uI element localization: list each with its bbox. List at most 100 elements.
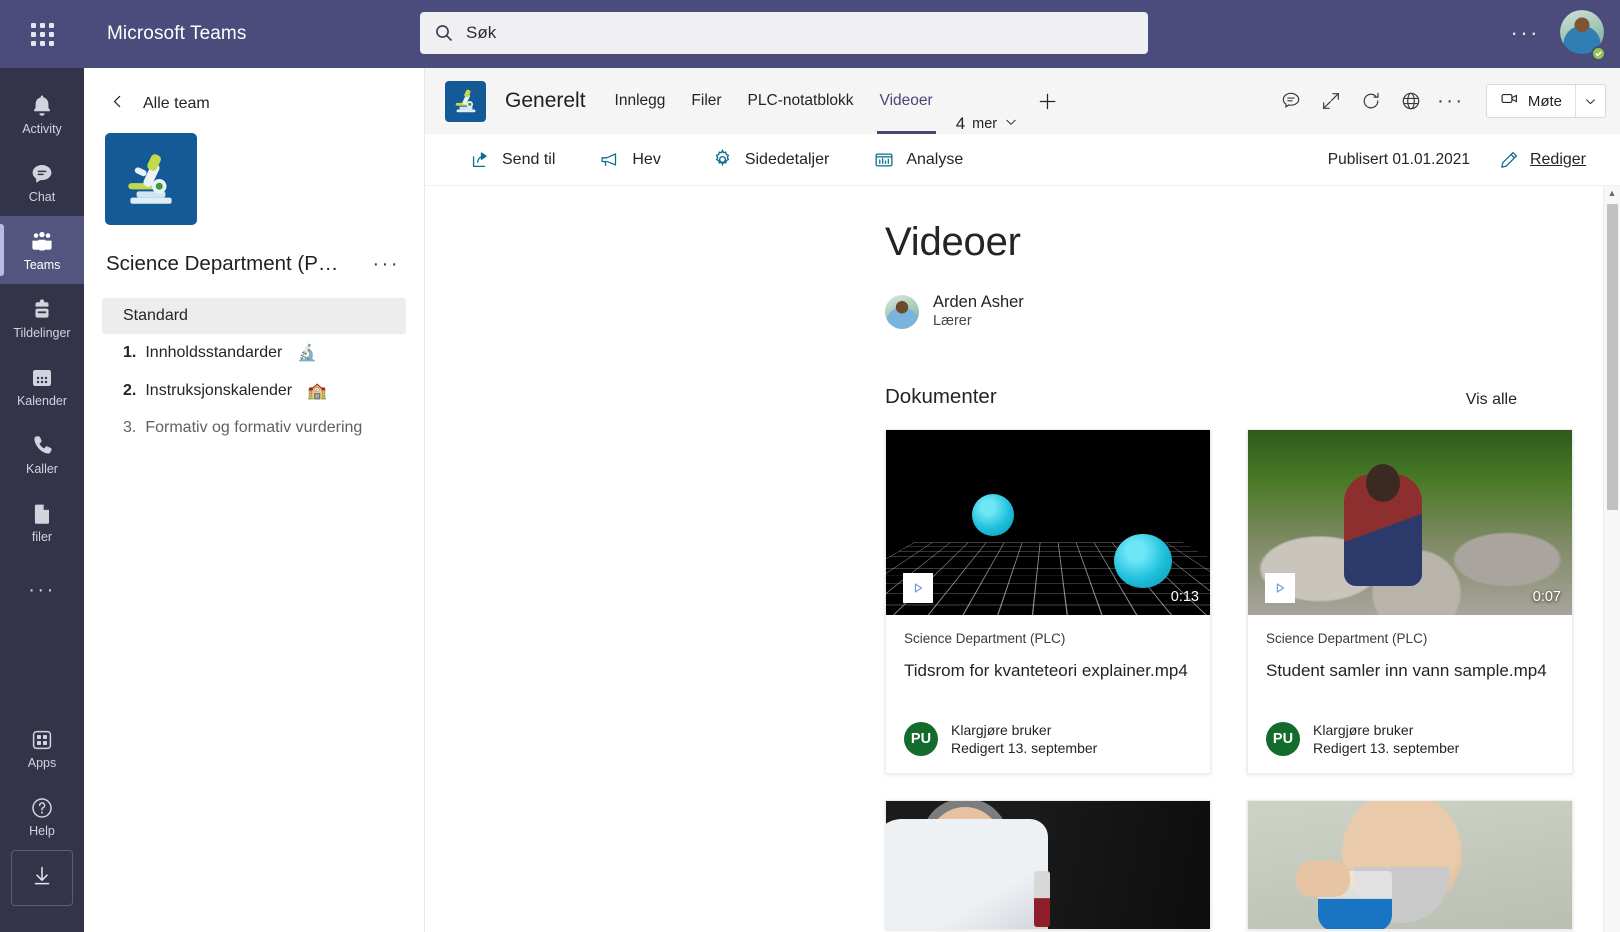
app-launcher-button[interactable] <box>0 0 84 68</box>
meet-dropdown-button[interactable] <box>1575 85 1605 117</box>
author-role: Lærer <box>933 313 972 329</box>
video-duration: 0:13 <box>1170 589 1199 605</box>
video-thumbnail[interactable]: 0:07 <box>1248 430 1572 615</box>
calendar-icon <box>29 365 55 391</box>
tab-label: PLC-notatblokk <box>747 92 854 109</box>
sidebar-item-teams[interactable]: Teams <box>0 216 84 284</box>
search-bar[interactable] <box>420 12 1148 54</box>
app-rail: Activity Chat Teams Tildelinger Kalender… <box>0 68 84 932</box>
section-title: Dokumenter <box>885 385 997 408</box>
promote-button[interactable]: Hev <box>599 149 661 171</box>
add-tab-button[interactable] <box>1028 68 1066 134</box>
download-app-button[interactable] <box>11 850 73 906</box>
sidebar-item-kalender[interactable]: Kalender <box>0 352 84 420</box>
thumbnail-art-spacetime <box>886 430 1210 615</box>
gear-icon <box>711 148 734 171</box>
channel-label: Innholdsstandarder <box>145 344 283 361</box>
channel-label: Instruksjonskalender <box>145 382 293 399</box>
promote-icon <box>599 149 621 171</box>
send-to-button[interactable]: Send til <box>469 149 555 171</box>
file-icon <box>29 501 55 527</box>
tab-videoer[interactable]: Videoer <box>867 68 946 134</box>
editor-avatar: PU <box>904 722 938 756</box>
phone-icon <box>29 433 55 459</box>
microscope-emoji-icon: 🔬 <box>297 345 318 362</box>
published-date: Publisert 01.01.2021 <box>1327 150 1470 168</box>
tab-label: Videoer <box>879 92 933 109</box>
document-cards-row-2 <box>885 800 1603 930</box>
channel-more-button[interactable]: ··· <box>1431 91 1471 111</box>
document-cards: 0:13 Science Department (PLC) Tidsrom fo… <box>885 429 1603 774</box>
team-name-row: Science Department (P… ··· <box>84 225 424 276</box>
tab-label: Filer <box>691 92 722 109</box>
card-body: Science Department (PLC) Tidsrom for kva… <box>886 615 1210 773</box>
globe-icon[interactable] <box>1391 81 1431 121</box>
chat-icon <box>29 161 55 187</box>
command-bar-right: Publisert 01.01.2021 Rediger <box>1328 149 1586 171</box>
microscope-icon <box>455 89 475 113</box>
send-to-icon <box>469 149 491 171</box>
editor-name: Klargjøre bruker <box>1313 722 1414 738</box>
send-to-label: Send til <box>502 150 556 168</box>
edit-label: Rediger <box>1529 150 1586 168</box>
channel-item-innholdsstandarder[interactable]: 1. Innholdsstandarder 🔬 <box>84 334 424 372</box>
sidebar-item-label: Help <box>29 823 55 838</box>
video-thumbnail[interactable] <box>886 801 1210 929</box>
conversation-icon[interactable] <box>1271 81 1311 121</box>
edit-button[interactable]: Rediger <box>1498 149 1586 171</box>
play-icon[interactable] <box>903 573 933 603</box>
document-card[interactable]: 0:13 Science Department (PLC) Tidsrom fo… <box>885 429 1211 774</box>
top-more-button[interactable]: ··· <box>1511 22 1540 44</box>
sidebar-item-help[interactable]: Help <box>0 782 84 850</box>
channel-group-standard[interactable]: Standard <box>102 298 406 334</box>
play-icon[interactable] <box>1265 573 1295 603</box>
author-avatar[interactable] <box>885 294 919 329</box>
analytics-label: Analyse <box>906 150 964 168</box>
sidebar-item-tildelinger[interactable]: Tildelinger <box>0 284 84 352</box>
see-all-link[interactable]: Vis alle <box>1466 391 1517 409</box>
video-thumbnail[interactable] <box>1248 801 1572 929</box>
expand-icon[interactable] <box>1311 81 1351 121</box>
channel-item-instruksjonskalender[interactable]: 2. Instruksjonskalender 🏫 <box>84 372 424 410</box>
sidebar-item-chat[interactable]: Chat <box>0 148 84 216</box>
tab-plc-notatblokk[interactable]: PLC-notatblokk <box>735 68 867 134</box>
all-teams-back-button[interactable]: Alle team <box>84 68 424 114</box>
document-card[interactable] <box>885 800 1211 930</box>
sidebar-item-activity[interactable]: Activity <box>0 80 84 148</box>
team-avatar[interactable] <box>105 133 197 225</box>
analytics-icon <box>873 149 895 171</box>
channel-item-formativ-vurdering[interactable]: 3. Formativ og formativ vurdering <box>84 410 424 446</box>
sidebar-item-filer[interactable]: filer <box>0 488 84 556</box>
chevron-left-icon <box>110 94 125 114</box>
sidebar-item-label: Teams <box>23 257 61 272</box>
video-thumbnail[interactable]: 0:13 <box>886 430 1210 615</box>
tab-more-count: 4 <box>955 114 966 133</box>
vertical-scrollbar[interactable]: ▲ <box>1603 186 1620 932</box>
tab-innlegg[interactable]: Innlegg <box>602 68 679 134</box>
tab-label: Innlegg <box>614 92 666 109</box>
meet-button-group: Møte <box>1485 84 1606 118</box>
document-card[interactable] <box>1247 800 1573 930</box>
rail-more-button[interactable]: ··· <box>28 556 55 624</box>
command-bar: Send til Hev Sidedetaljer Analyse Publis… <box>425 134 1620 186</box>
analytics-button[interactable]: Analyse <box>873 149 963 171</box>
author-row: Arden Asher Lærer <box>425 265 1603 331</box>
team-panel: Alle team Science Department (P… ··· Sta… <box>84 68 425 932</box>
tab-filer[interactable]: Filer <box>678 68 734 134</box>
search-input[interactable] <box>466 23 1134 43</box>
scroll-up-arrow-icon[interactable]: ▲ <box>1608 189 1617 198</box>
sidebar-item-apps[interactable]: Apps <box>0 714 84 782</box>
page-details-button[interactable]: Sidedetaljer <box>711 148 830 171</box>
video-camera-icon <box>1500 89 1519 113</box>
document-card[interactable]: 0:07 Science Department (PLC) Student sa… <box>1247 429 1573 774</box>
documents-section-header: Dokumenter Vis alle <box>885 385 1517 409</box>
tab-more-button[interactable]: 4 mer <box>946 114 1028 134</box>
sidebar-item-kaller[interactable]: Kaller <box>0 420 84 488</box>
page-details-label: Sidedetaljer <box>744 150 830 168</box>
scrollbar-thumb[interactable] <box>1606 204 1618 510</box>
team-options-button[interactable]: ··· <box>373 254 400 274</box>
sidebar-item-label: Tildelinger <box>13 325 71 340</box>
refresh-icon[interactable] <box>1351 81 1391 121</box>
meet-button[interactable]: Møte <box>1487 85 1575 117</box>
channel-number: 2. <box>123 382 137 399</box>
